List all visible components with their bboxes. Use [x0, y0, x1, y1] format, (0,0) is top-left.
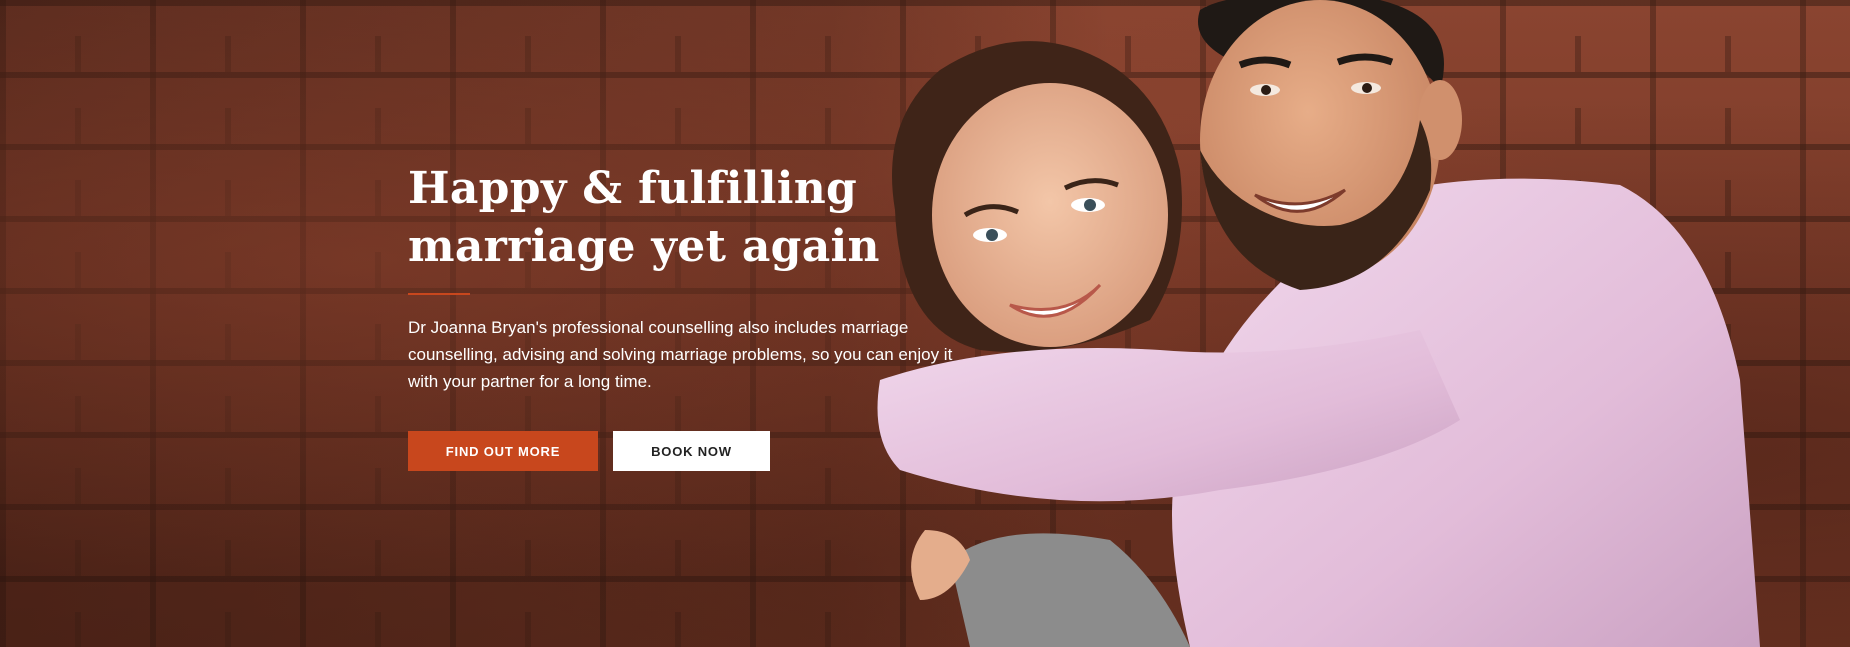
hero-headline: Happy & fulfilling marriage yet again: [408, 160, 988, 276]
headline-line-2: marriage yet again: [408, 221, 880, 272]
find-out-more-button[interactable]: FIND OUT MORE: [408, 431, 598, 471]
book-now-button[interactable]: BOOK NOW: [613, 431, 770, 471]
hugging-couple-image: [877, 0, 1760, 647]
hero-description: Dr Joanna Bryan's professional counselli…: [408, 318, 953, 391]
hero-banner: Happy & fulfilling marriage yet again Dr…: [0, 0, 1850, 647]
hero-buttons: FIND OUT MORE BOOK NOW: [408, 431, 988, 471]
hero-content: Happy & fulfilling marriage yet again Dr…: [408, 160, 988, 471]
headline-line-1: Happy & fulfilling: [408, 163, 858, 214]
accent-divider: [408, 293, 470, 295]
